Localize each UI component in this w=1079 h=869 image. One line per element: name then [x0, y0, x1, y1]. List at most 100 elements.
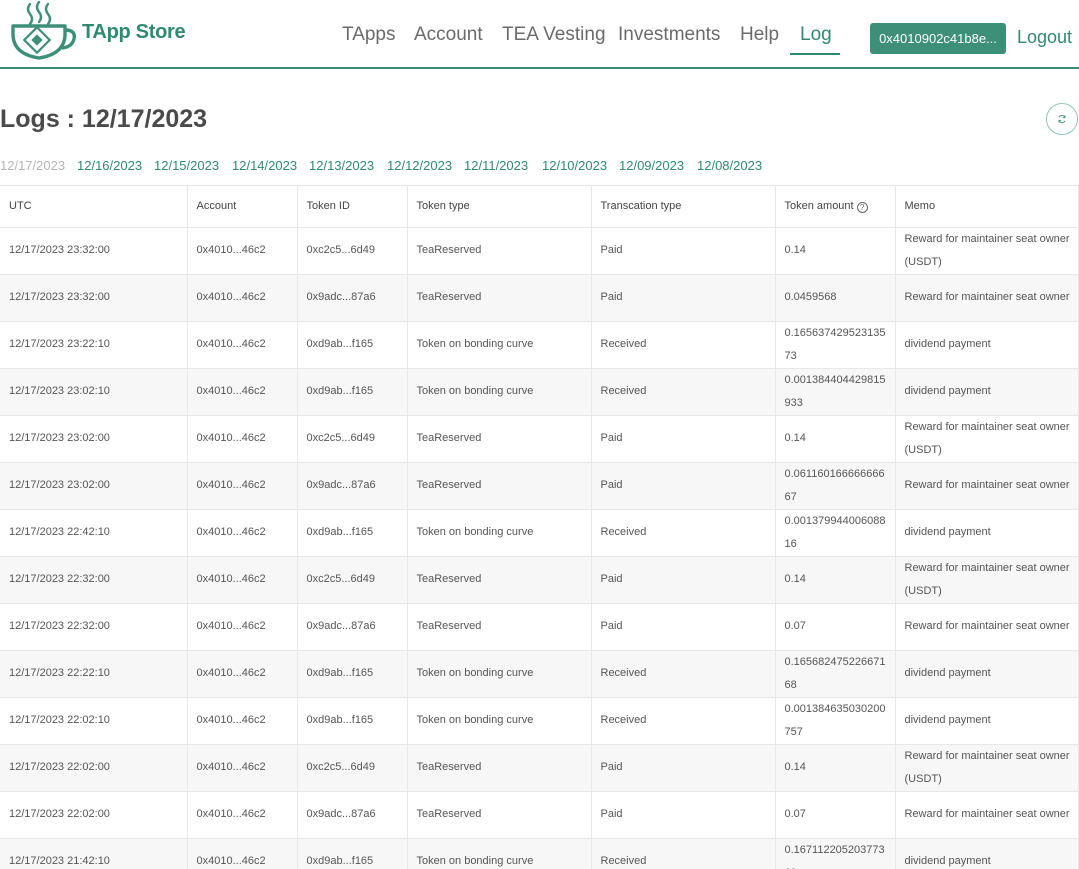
cell-token-amount: 0.06116016666666667: [775, 462, 896, 510]
cell-token-id: 0xd9ab...f165: [297, 650, 408, 698]
cell-account: 0x4010...46c2: [187, 462, 298, 510]
nav-tea-vesting[interactable]: TEA Vesting: [502, 24, 606, 46]
cell-transaction-type: Paid: [591, 791, 776, 839]
cell-token-amount: 0.07: [775, 791, 896, 839]
cell-utc: 12/17/2023 23:02:00: [0, 462, 188, 510]
cell-account: 0x4010...46c2: [187, 227, 298, 275]
column-header-token-id[interactable]: Token ID: [297, 186, 408, 228]
cell-transaction-type: Received: [591, 697, 776, 745]
cell-memo: dividend payment: [895, 368, 1079, 416]
cell-utc: 12/17/2023 21:42:10: [0, 838, 188, 869]
column-header-token-amount[interactable]: Token amount?: [775, 186, 896, 228]
nav-tapps[interactable]: TApps: [342, 24, 396, 46]
wallet-address-button[interactable]: 0x4010902c41b8e...: [870, 23, 1006, 54]
table-row: 12/17/2023 22:32:00 0x4010...46c2 0xc2c5..…: [0, 556, 1079, 604]
date-tab[interactable]: 12/14/2023: [232, 158, 297, 173]
cell-transaction-type: Received: [591, 368, 776, 416]
nav-investments[interactable]: Investments: [618, 24, 720, 46]
cell-account: 0x4010...46c2: [187, 838, 298, 869]
refresh-button[interactable]: [1046, 103, 1078, 135]
table-row: 12/17/2023 22:32:00 0x4010...46c2 0x9adc..…: [0, 603, 1079, 651]
date-tab[interactable]: 12/16/2023: [77, 158, 142, 173]
cell-memo: Reward for maintainer seat owner(USDT): [895, 744, 1079, 792]
date-tab-current[interactable]: 12/17/2023: [0, 158, 65, 173]
cell-transaction-type: Paid: [591, 274, 776, 322]
table-row: 12/17/2023 22:22:10 0x4010...46c2 0xd9ab..…: [0, 650, 1079, 698]
column-header-token-amount-label: Token amount: [784, 199, 854, 212]
tapp-store-logo[interactable]: [10, 0, 76, 62]
cell-memo: Reward for maintainer seat owner(USDT): [895, 415, 1079, 463]
table-row: 12/17/2023 23:32:00 0x4010...46c2 0xc2c5..…: [0, 227, 1079, 275]
cell-token-type: Token on bonding curve: [407, 650, 592, 698]
cell-memo: Reward for maintainer seat owner(USDT): [895, 227, 1079, 275]
logs-table-container[interactable]: UTC Account Token ID Token type Transcat…: [0, 185, 1079, 869]
cell-token-id: 0x9adc...87a6: [297, 603, 408, 651]
cell-token-id: 0x9adc...87a6: [297, 274, 408, 322]
cell-token-type: Token on bonding curve: [407, 368, 592, 416]
cell-utc: 12/17/2023 22:42:10: [0, 509, 188, 557]
nav-help[interactable]: Help: [740, 24, 779, 46]
question-circle-icon[interactable]: ?: [856, 201, 868, 213]
date-tab[interactable]: 12/09/2023: [619, 158, 684, 173]
cell-token-amount: 0.001384635030200757: [775, 697, 896, 745]
cell-token-type: TeaReserved: [407, 556, 592, 604]
date-tab[interactable]: 12/13/2023: [309, 158, 374, 173]
date-tab[interactable]: 12/15/2023: [154, 158, 219, 173]
nav-account[interactable]: Account: [414, 24, 483, 46]
cell-token-amount: 0.14: [775, 744, 896, 792]
logout-link[interactable]: Logout: [1017, 27, 1072, 48]
cell-token-id: 0xd9ab...f165: [297, 321, 408, 369]
date-tab[interactable]: 12/10/2023: [542, 158, 607, 173]
top-header: TApp Store TApps Account TEA Vesting Inv…: [0, 0, 1079, 69]
table-row: 12/17/2023 22:02:00 0x4010...46c2 0x9adc..…: [0, 791, 1079, 839]
cell-transaction-type: Paid: [591, 556, 776, 604]
column-header-token-type[interactable]: Token type: [407, 186, 592, 228]
cell-token-type: TeaReserved: [407, 415, 592, 463]
cell-transaction-type: Paid: [591, 603, 776, 651]
column-header-account[interactable]: Account: [187, 186, 298, 228]
column-header-transaction-type[interactable]: Transcation type: [591, 186, 776, 228]
cell-utc: 12/17/2023 22:32:00: [0, 556, 188, 604]
nav-log[interactable]: Log: [800, 24, 832, 46]
cell-account: 0x4010...46c2: [187, 321, 298, 369]
cell-token-id: 0xc2c5...6d49: [297, 556, 408, 604]
cell-transaction-type: Paid: [591, 744, 776, 792]
cell-account: 0x4010...46c2: [187, 368, 298, 416]
date-tab[interactable]: 12/12/2023: [387, 158, 452, 173]
cell-utc: 12/17/2023 23:22:10: [0, 321, 188, 369]
cell-account: 0x4010...46c2: [187, 509, 298, 557]
cell-token-id: 0x9adc...87a6: [297, 462, 408, 510]
cell-account: 0x4010...46c2: [187, 556, 298, 604]
cell-transaction-type: Received: [591, 650, 776, 698]
cell-token-type: TeaReserved: [407, 744, 592, 792]
cell-token-type: TeaReserved: [407, 791, 592, 839]
table-row: 12/17/2023 22:42:10 0x4010...46c2 0xd9ab..…: [0, 509, 1079, 557]
cell-utc: 12/17/2023 22:32:00: [0, 603, 188, 651]
cell-token-type: TeaReserved: [407, 274, 592, 322]
cell-memo: dividend payment: [895, 697, 1079, 745]
cell-account: 0x4010...46c2: [187, 415, 298, 463]
date-tab[interactable]: 12/08/2023: [697, 158, 762, 173]
cell-token-amount: 0.14: [775, 227, 896, 275]
page-title: Logs : 12/17/2023: [0, 105, 208, 133]
cell-token-id: 0xc2c5...6d49: [297, 227, 408, 275]
cell-utc: 12/17/2023 22:22:10: [0, 650, 188, 698]
date-tab[interactable]: 12/11/2023: [464, 158, 528, 173]
cell-account: 0x4010...46c2: [187, 650, 298, 698]
cell-memo: Reward for maintainer seat owner(USDT): [895, 556, 1079, 604]
cell-transaction-type: Received: [591, 838, 776, 869]
cell-memo: dividend payment: [895, 321, 1079, 369]
cell-utc: 12/17/2023 22:02:00: [0, 744, 188, 792]
table-header-row: UTC Account Token ID Token type Transcat…: [0, 186, 1079, 228]
brand-name[interactable]: TApp Store: [82, 21, 186, 44]
cell-token-id: 0xc2c5...6d49: [297, 415, 408, 463]
cell-token-amount: 0.16711220520377369: [775, 838, 896, 869]
cell-token-amount: 0.16563742952313573: [775, 321, 896, 369]
cell-utc: 12/17/2023 23:02:00: [0, 415, 188, 463]
cell-utc: 12/17/2023 23:32:00: [0, 274, 188, 322]
column-header-utc[interactable]: UTC: [0, 186, 188, 228]
column-header-memo[interactable]: Memo: [895, 186, 1079, 228]
table-row: 12/17/2023 22:02:10 0x4010...46c2 0xd9ab..…: [0, 697, 1079, 745]
cell-utc: 12/17/2023 22:02:10: [0, 697, 188, 745]
cell-token-id: 0xd9ab...f165: [297, 697, 408, 745]
